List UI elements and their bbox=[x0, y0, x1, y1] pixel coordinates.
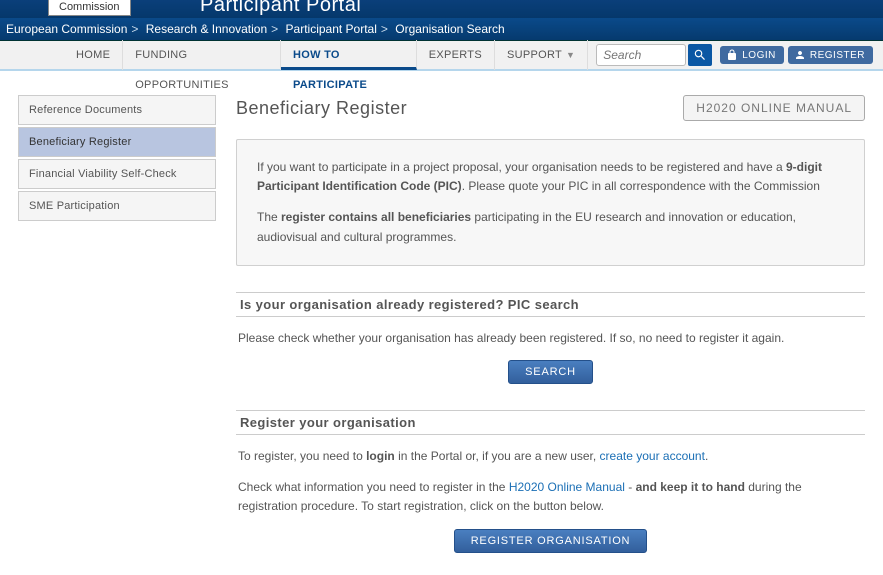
commission-tab[interactable]: Commission bbox=[48, 0, 131, 16]
search-button[interactable] bbox=[688, 44, 712, 66]
sidebar-item-financial-viability[interactable]: Financial Viability Self-Check bbox=[18, 159, 216, 189]
breadcrumb-item[interactable]: Organisation Search bbox=[395, 22, 504, 36]
breadcrumb-item[interactable]: European Commission bbox=[6, 22, 127, 36]
register-organisation-button[interactable]: REGISTER ORGANISATION bbox=[454, 529, 648, 553]
login-button[interactable]: LOGIN bbox=[720, 46, 784, 64]
breadcrumb-item[interactable]: Participant Portal bbox=[286, 22, 377, 36]
create-account-link[interactable]: create your account bbox=[600, 449, 705, 463]
main-content: Beneficiary Register H2020 ONLINE MANUAL… bbox=[236, 95, 865, 563]
tab-experts[interactable]: EXPERTS bbox=[417, 40, 495, 70]
sidebar: Reference Documents Beneficiary Register… bbox=[18, 95, 216, 563]
tab-funding[interactable]: FUNDING OPPORTUNITIES bbox=[123, 40, 281, 70]
register-org-text: To register, you need to login in the Po… bbox=[236, 447, 865, 517]
pic-search-text: Please check whether your organisation h… bbox=[236, 329, 865, 348]
auth-buttons: LOGIN REGISTER bbox=[720, 46, 873, 64]
user-icon bbox=[794, 49, 806, 61]
search-input[interactable] bbox=[596, 44, 686, 66]
breadcrumb-item[interactable]: Research & Innovation bbox=[146, 22, 267, 36]
page-title: Beneficiary Register bbox=[236, 98, 407, 119]
info-box: If you want to participate in a project … bbox=[236, 139, 865, 266]
section-header-pic-search: Is your organisation already registered?… bbox=[236, 292, 865, 317]
search-wrap bbox=[596, 44, 712, 66]
sidebar-item-beneficiary-register[interactable]: Beneficiary Register bbox=[18, 127, 216, 157]
h2020-manual-link[interactable]: H2020 Online Manual bbox=[509, 480, 625, 494]
main-nav: HOME FUNDING OPPORTUNITIES HOW TO PARTIC… bbox=[0, 41, 883, 71]
register-button[interactable]: REGISTER bbox=[788, 46, 873, 64]
tab-home[interactable]: HOME bbox=[64, 40, 123, 70]
search-pic-button[interactable]: SEARCH bbox=[508, 360, 593, 384]
breadcrumb: European Commission> Research & Innovati… bbox=[0, 18, 883, 41]
top-banner: Commission Participant Portal bbox=[0, 0, 883, 18]
lock-icon bbox=[726, 49, 738, 61]
section-header-register-org: Register your organisation bbox=[236, 410, 865, 435]
sidebar-item-reference-documents[interactable]: Reference Documents bbox=[18, 95, 216, 125]
h2020-manual-button[interactable]: H2020 ONLINE MANUAL bbox=[683, 95, 865, 121]
tab-how-to-participate[interactable]: HOW TO PARTICIPATE bbox=[281, 40, 417, 70]
tab-support[interactable]: SUPPORT▼ bbox=[495, 40, 588, 70]
sidebar-item-sme-participation[interactable]: SME Participation bbox=[18, 191, 216, 221]
search-icon bbox=[693, 48, 707, 62]
portal-title: Participant Portal bbox=[200, 0, 361, 17]
chevron-down-icon: ▼ bbox=[562, 50, 575, 60]
